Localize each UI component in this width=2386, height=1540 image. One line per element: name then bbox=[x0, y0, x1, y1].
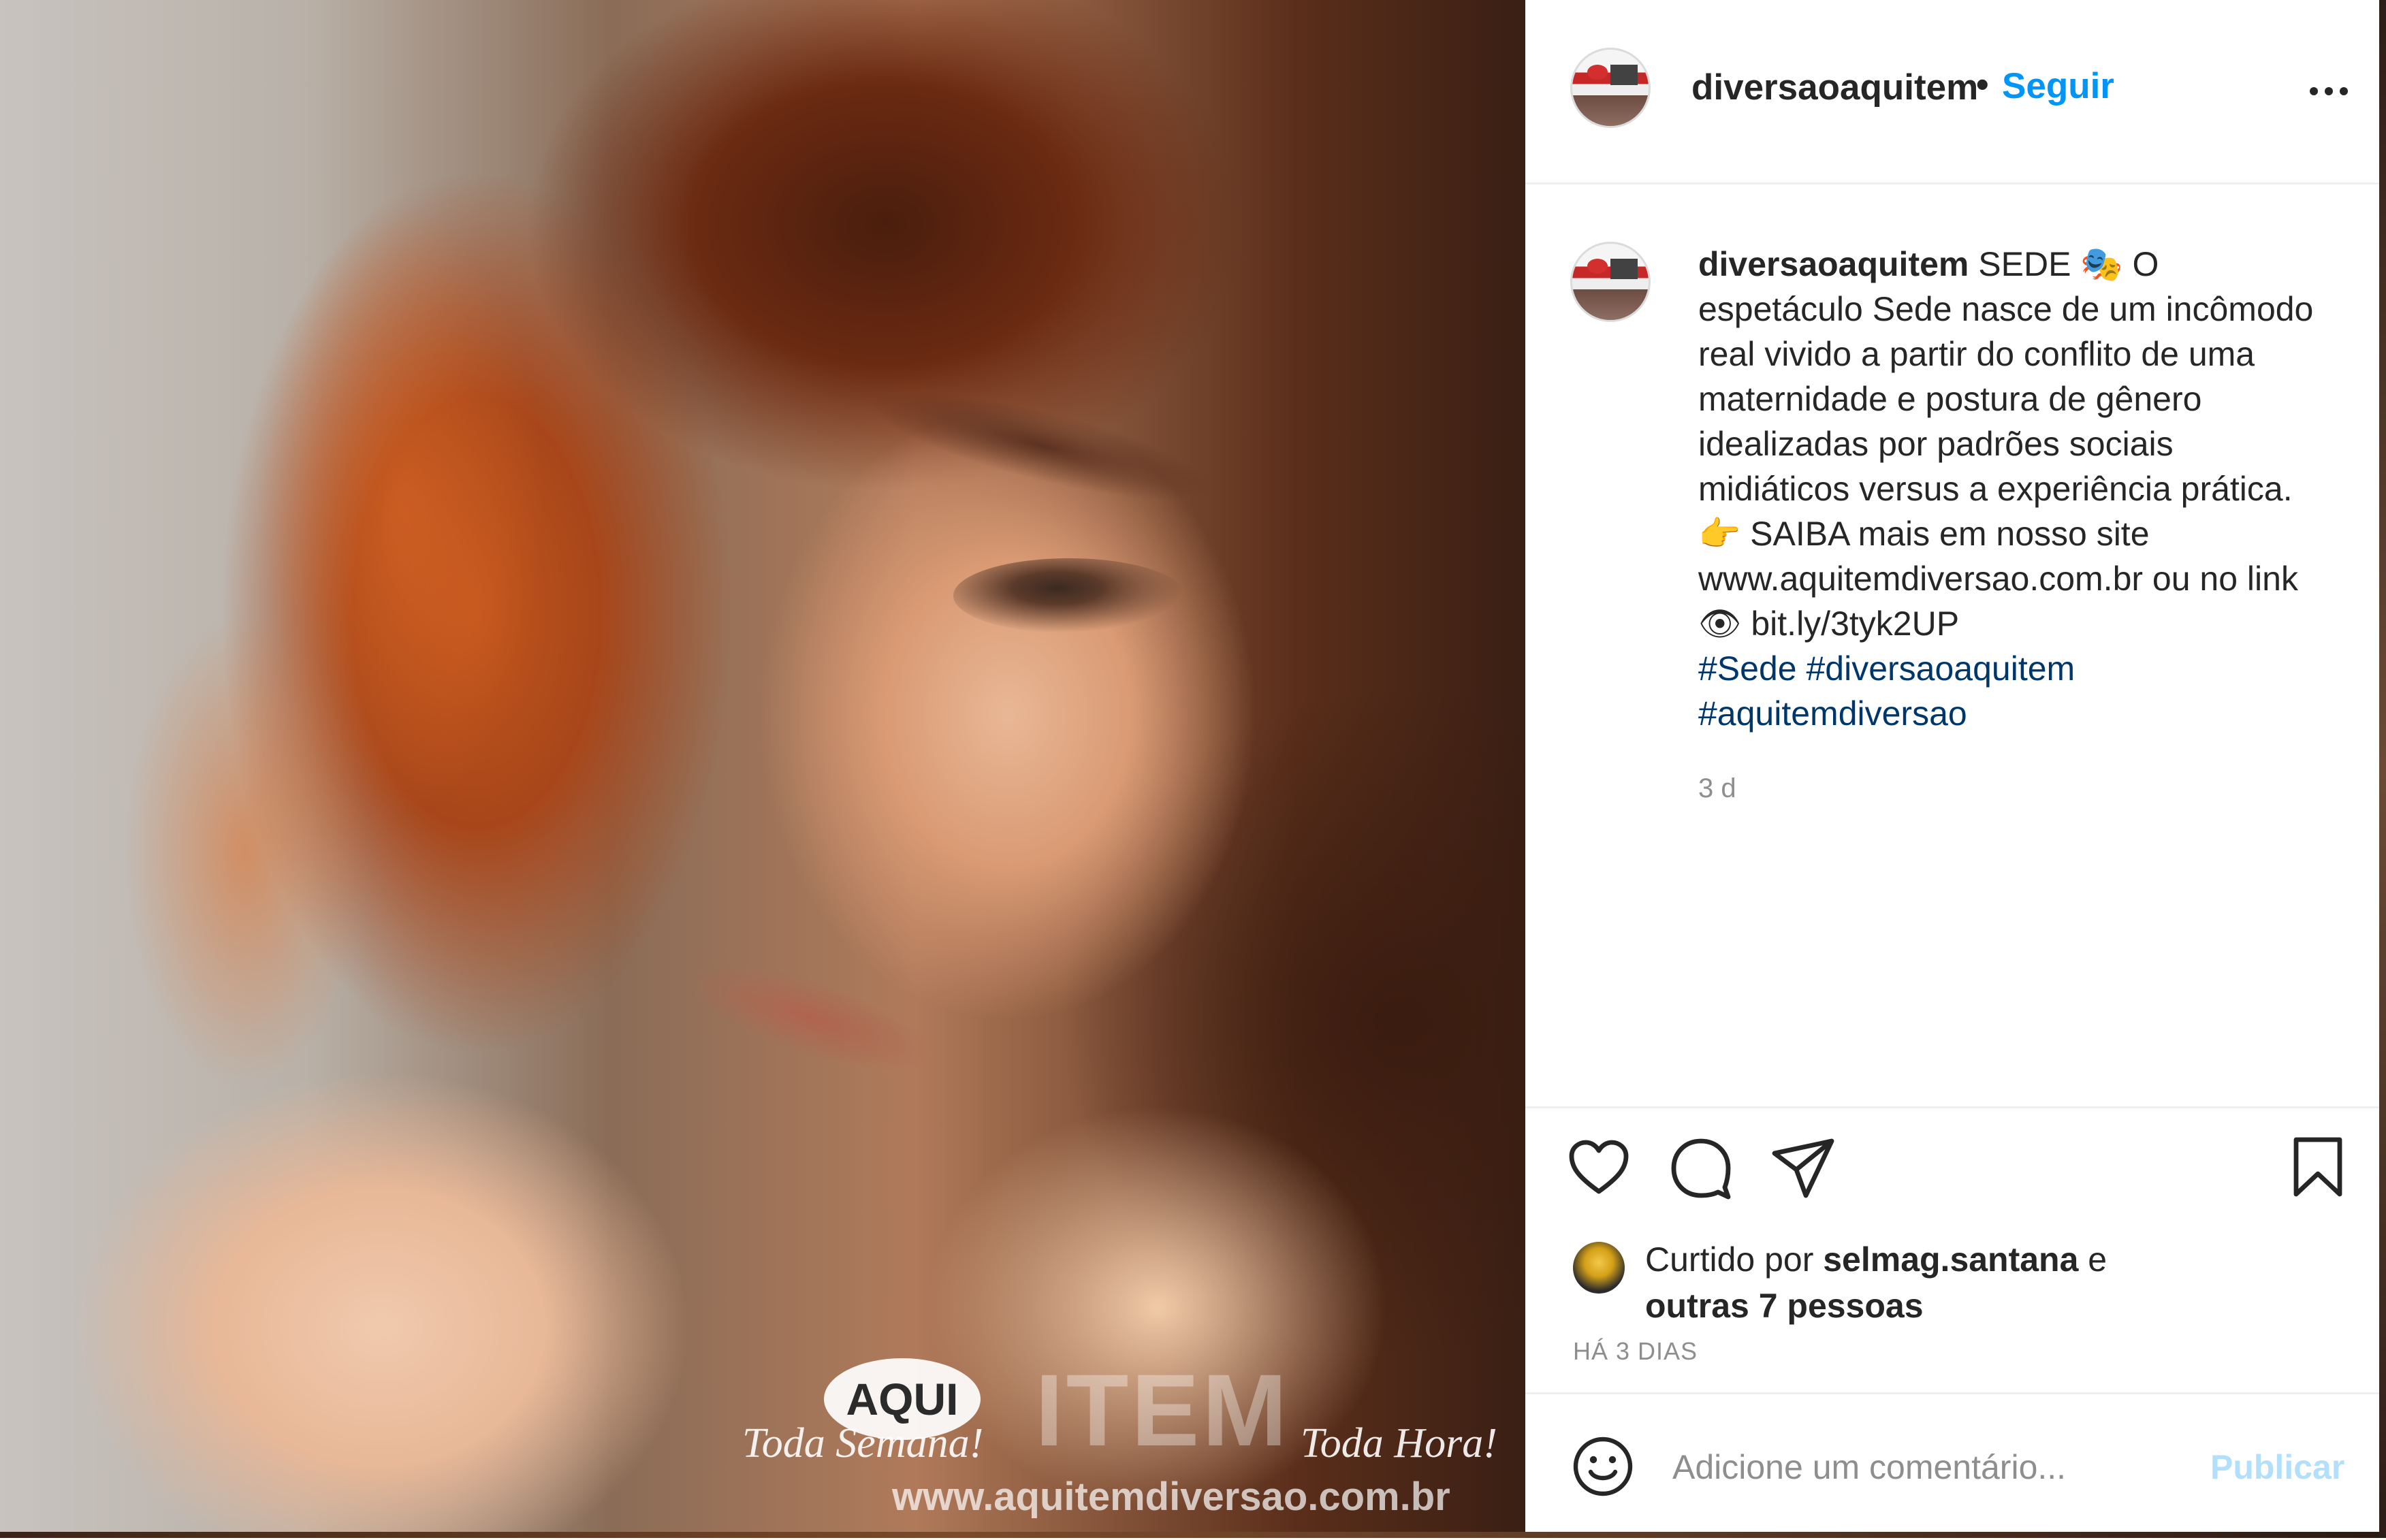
smiley-icon[interactable] bbox=[1570, 1434, 1636, 1499]
background-edge bbox=[2379, 0, 2386, 1538]
more-dot bbox=[2310, 87, 2318, 95]
liker-avatar[interactable] bbox=[1573, 1242, 1625, 1294]
avatar-logo-text-block bbox=[1610, 259, 1638, 279]
post-caption: diversaoaquitem SEDE 🎭 O espetáculo Sede… bbox=[1698, 242, 2325, 811]
publish-button[interactable]: Publicar bbox=[2210, 1447, 2344, 1487]
action-bar: Curtido por selmag.santana e outras 7 pe… bbox=[1525, 1106, 2386, 1394]
post-date[interactable]: HÁ 3 DIAS bbox=[1573, 1337, 1698, 1366]
more-dot bbox=[2325, 87, 2333, 95]
post-image[interactable]: AQUI ITEM Toda Semana! Toda Hora! www.aq… bbox=[0, 0, 1525, 1538]
paper-plane-icon[interactable] bbox=[1770, 1136, 1836, 1201]
hair-highlight bbox=[123, 613, 368, 1089]
caption-timestamp[interactable]: 3 d bbox=[1698, 766, 2325, 811]
eye-icon: 👁 bbox=[1698, 605, 1742, 643]
caption-username[interactable]: diversaoaquitem bbox=[1698, 245, 1969, 283]
likes-text: Curtido por selmag.santana e outras 7 pe… bbox=[1645, 1236, 2326, 1329]
post-username[interactable]: diversaoaquitem bbox=[1691, 67, 1978, 108]
hashtag-link[interactable]: #diversaoaquitem bbox=[1807, 649, 2075, 688]
likes-middle: e bbox=[2078, 1240, 2107, 1279]
avatar-logo-text-block bbox=[1610, 65, 1638, 85]
hashtag-link[interactable]: #aquitemdiversao bbox=[1698, 694, 1967, 733]
liker-username[interactable]: selmag.santana bbox=[1823, 1240, 2078, 1279]
theater-masks-icon: 🎭 bbox=[2080, 245, 2123, 283]
background-strip bbox=[0, 1532, 2386, 1538]
eyebrow-shape bbox=[848, 363, 1236, 529]
more-dot bbox=[2340, 87, 2348, 95]
hashtag-link[interactable]: #Sede bbox=[1698, 649, 1797, 688]
watermark-right-script: Toda Hora! bbox=[1301, 1420, 1497, 1466]
comment-bubble-icon[interactable] bbox=[1668, 1136, 1734, 1201]
avatar-logo-mark bbox=[1587, 65, 1608, 80]
heart-icon[interactable] bbox=[1566, 1136, 1632, 1201]
header-separator: • bbox=[1976, 65, 1989, 105]
post-side-panel: diversaoaquitem • Seguir diversaoaquitem… bbox=[1525, 0, 2386, 1538]
caption-text: O espetáculo Sede nasce de um incômodo r… bbox=[1698, 245, 2314, 508]
watermark-url: www.aquitemdiversao.com.br bbox=[892, 1475, 1450, 1519]
follow-button[interactable]: Seguir bbox=[2002, 65, 2114, 107]
image-watermark: AQUI ITEM Toda Semana! Toda Hora! www.aq… bbox=[742, 1331, 1518, 1535]
bookmark-icon[interactable] bbox=[2285, 1134, 2351, 1200]
post-header: diversaoaquitem • Seguir bbox=[1525, 0, 2386, 185]
caption-text: SAIBA mais em nosso site www.aquitemdive… bbox=[1698, 515, 2298, 598]
likes-others-link[interactable]: outras 7 pessoas bbox=[1645, 1287, 1924, 1325]
comment-bar: Publicar bbox=[1525, 1392, 2386, 1540]
likes-prefix: Curtido por bbox=[1645, 1240, 1824, 1279]
caption-avatar[interactable] bbox=[1570, 242, 1651, 322]
caption-link[interactable]: bit.ly/3tyk2UP bbox=[1741, 605, 1959, 643]
watermark-left-script: Toda Semana! bbox=[742, 1420, 984, 1466]
more-options-icon[interactable] bbox=[2295, 71, 2363, 112]
caption-section: diversaoaquitem SEDE 🎭 O espetáculo Sede… bbox=[1525, 185, 2386, 1104]
avatar-logo-mark bbox=[1587, 259, 1608, 274]
eye-shape bbox=[953, 558, 1185, 633]
lips-shape bbox=[675, 942, 945, 1094]
caption-text: SEDE bbox=[1969, 245, 2081, 283]
watermark-big-text: ITEM bbox=[1035, 1353, 1290, 1467]
pointing-hand-icon: 👉 bbox=[1698, 515, 1741, 553]
comment-input[interactable] bbox=[1671, 1439, 2205, 1495]
profile-avatar[interactable] bbox=[1570, 48, 1651, 128]
